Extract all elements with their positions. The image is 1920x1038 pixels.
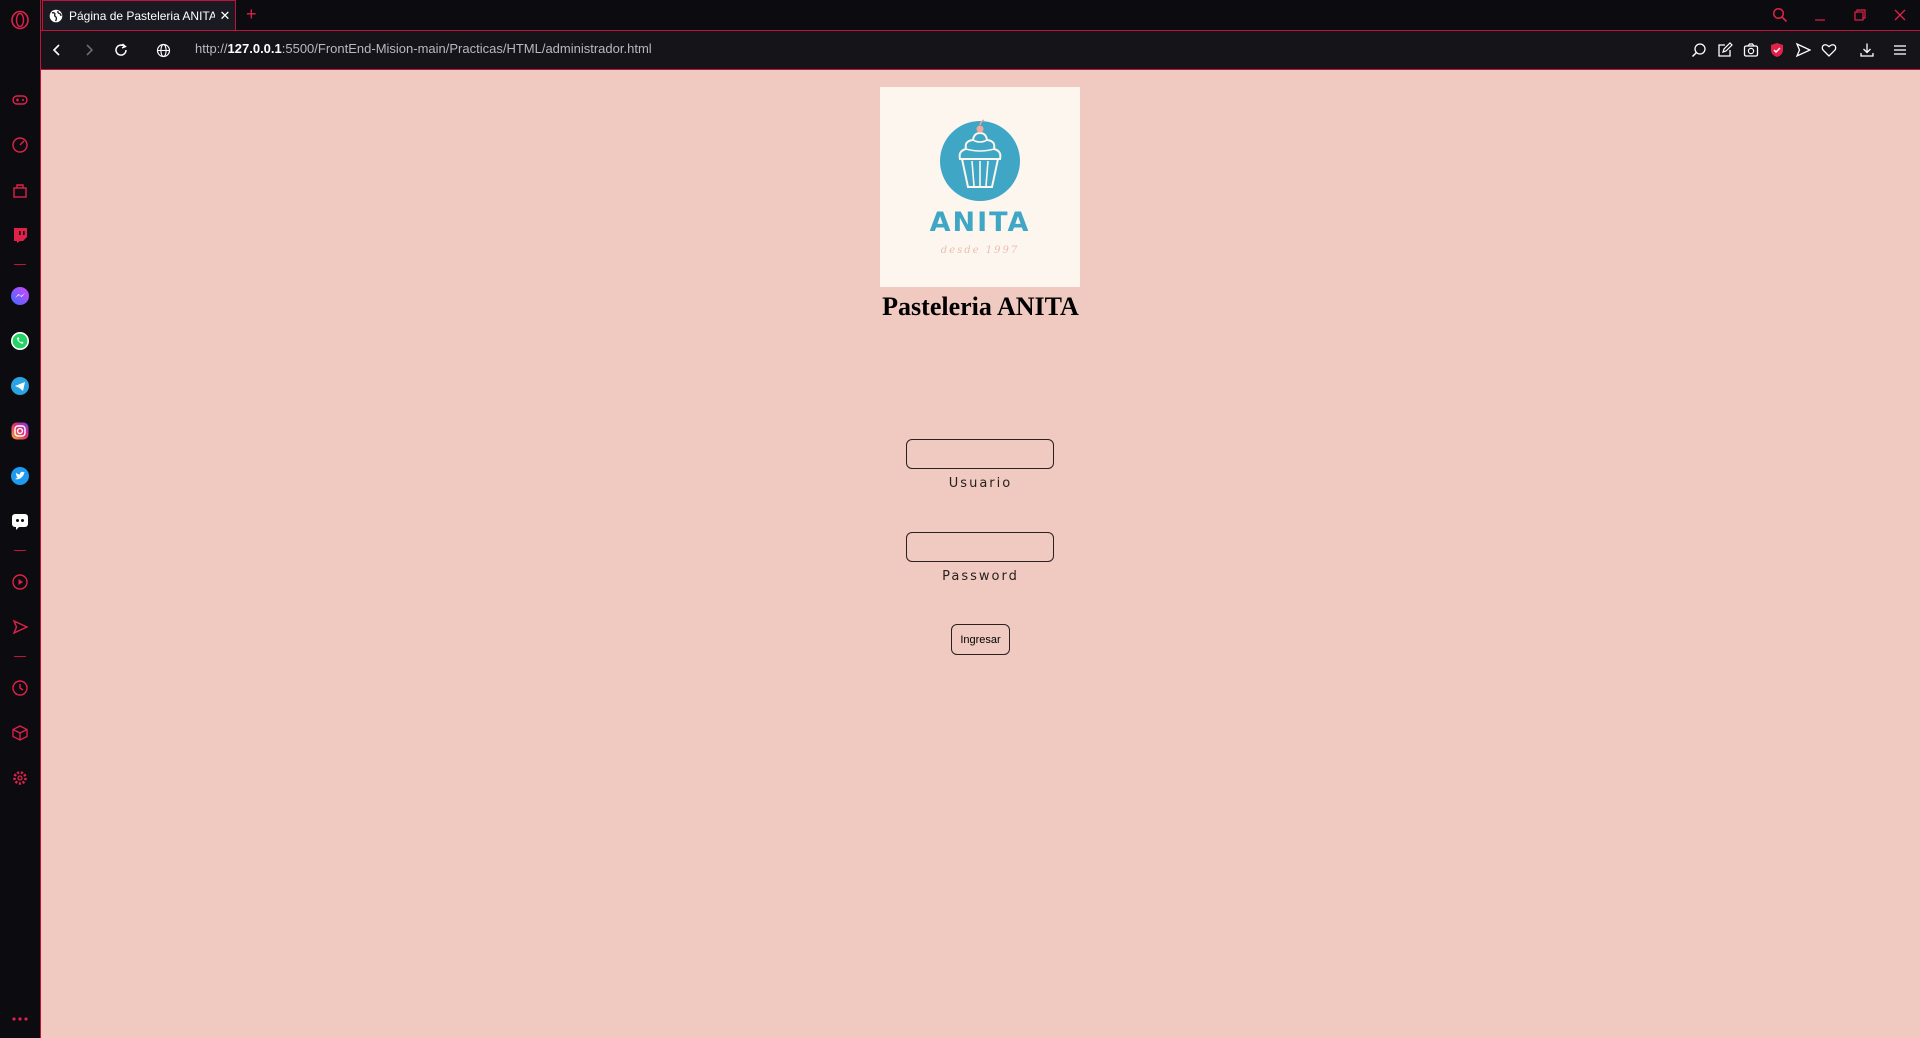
sidebar-separator: [14, 264, 26, 265]
logo-wordmark: ANITA: [929, 207, 1031, 238]
cube-icon[interactable]: [9, 722, 31, 744]
player-icon[interactable]: [9, 571, 31, 593]
tab-title: Página de Pasteleria ANITA: [69, 8, 215, 23]
password-input[interactable]: [906, 532, 1054, 562]
edit-share-icon[interactable]: [1716, 41, 1734, 59]
bakery-logo: ANITA desde 1997: [880, 87, 1080, 287]
game-controller-icon[interactable]: [9, 89, 31, 111]
messenger-icon[interactable]: [9, 285, 31, 307]
username-input[interactable]: [906, 439, 1054, 469]
globe-favicon-icon: [49, 9, 63, 23]
url-host: 127.0.0.1: [227, 41, 282, 56]
minimize-icon[interactable]: [1807, 4, 1833, 26]
new-tab-button[interactable]: +: [246, 5, 257, 23]
url-field[interactable]: http://127.0.0.1:5500/FrontEnd-Mision-ma…: [195, 41, 652, 56]
speed-dial-icon[interactable]: [9, 134, 31, 156]
camera-snapshot-icon[interactable]: [1742, 41, 1760, 59]
search-tabs-icon[interactable]: [1767, 4, 1793, 26]
history-icon[interactable]: [9, 677, 31, 699]
tab-close-icon[interactable]: ✕: [215, 8, 235, 24]
send-tab-icon[interactable]: [1794, 41, 1812, 59]
instagram-icon[interactable]: [9, 420, 31, 442]
bookmark-heart-icon[interactable]: [1820, 41, 1838, 59]
search-page-icon[interactable]: [1690, 41, 1708, 59]
close-window-icon[interactable]: [1887, 4, 1913, 26]
sidebar-separator: [14, 656, 26, 657]
page-title: Pasteleria ANITA: [882, 292, 1079, 321]
ingresar-button[interactable]: Ingresar: [951, 624, 1010, 655]
whatsapp-icon[interactable]: [9, 330, 31, 352]
easy-setup-menu-icon[interactable]: [1891, 41, 1909, 59]
tab-bar: Página de Pasteleria ANITA ✕ +: [41, 0, 1920, 31]
cupcake-icon: [940, 119, 1020, 201]
sidebar-separator: [14, 550, 26, 551]
site-info-globe-icon[interactable]: [153, 40, 173, 60]
discord-icon[interactable]: [9, 510, 31, 532]
send-icon[interactable]: [9, 616, 31, 638]
address-bar: http://127.0.0.1:5500/FrontEnd-Mision-ma…: [41, 31, 1920, 70]
logo-since-text: desde 1997: [940, 245, 1020, 256]
twitter-icon[interactable]: [9, 465, 31, 487]
url-path: :5500/FrontEnd-Mision-main/Practicas/HTM…: [281, 41, 652, 56]
twitch-icon[interactable]: [9, 224, 31, 246]
opera-logo-icon[interactable]: [9, 9, 31, 31]
password-label: Password: [942, 569, 1019, 584]
opera-sidebar: [0, 0, 41, 1038]
back-icon[interactable]: [47, 40, 67, 60]
downloads-icon[interactable]: [1858, 41, 1876, 59]
url-scheme: http://: [195, 41, 228, 56]
telegram-icon[interactable]: [9, 375, 31, 397]
more-icon[interactable]: [9, 1008, 31, 1030]
forward-icon[interactable]: [79, 40, 99, 60]
username-label: Usuario: [948, 476, 1013, 491]
settings-icon[interactable]: [9, 767, 31, 789]
bag-icon[interactable]: [9, 179, 31, 201]
adblock-shield-icon[interactable]: [1768, 41, 1786, 59]
active-tab[interactable]: Página de Pasteleria ANITA ✕: [42, 0, 236, 30]
page-content: ANITA desde 1997 Pasteleria ANITA Usuari…: [41, 70, 1920, 1038]
restore-icon[interactable]: [1847, 4, 1873, 26]
reload-icon[interactable]: [111, 40, 131, 60]
